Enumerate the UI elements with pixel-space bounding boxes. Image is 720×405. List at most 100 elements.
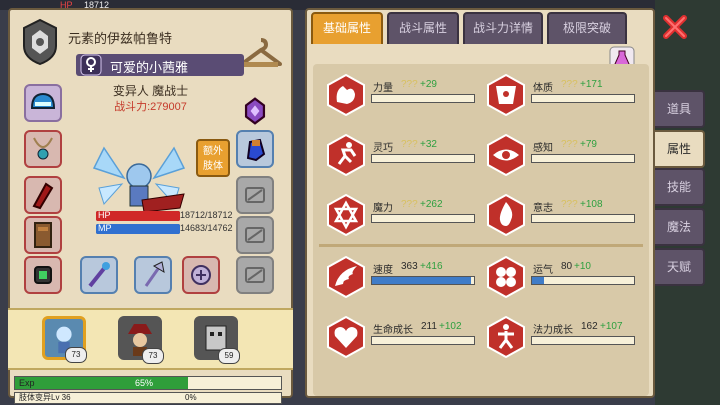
helmet-slot[interactable] xyxy=(24,84,62,122)
stat-name: 力量 xyxy=(373,83,393,94)
stat-0[interactable]: 力量??? +29 xyxy=(321,72,481,118)
stat-1[interactable]: 体质??? +171 xyxy=(481,72,641,118)
exp-bar-fill xyxy=(15,377,188,389)
party-level: 59 xyxy=(218,348,240,364)
stat-5[interactable]: 意志??? +108 xyxy=(481,192,641,238)
party-level: 73 xyxy=(65,347,87,363)
locked-slot-2[interactable] xyxy=(236,216,274,254)
stat-2[interactable]: 灵巧??? +32 xyxy=(321,132,481,178)
extra-limb-button[interactable]: 额外 肢体 xyxy=(196,139,230,177)
stat-bar xyxy=(531,276,635,285)
stat-base-value: ??? xyxy=(401,79,418,90)
stat-bar xyxy=(371,214,475,223)
party-strip: 73 73 59 xyxy=(8,308,293,370)
stat-8[interactable]: 生命成长 211 +102 xyxy=(321,314,481,360)
purple-charm-icon xyxy=(244,97,266,125)
stat-base-value: 363 xyxy=(401,261,418,272)
locked-slot-1[interactable] xyxy=(236,176,274,214)
heart-icon xyxy=(327,316,365,358)
mp-bar: MP xyxy=(96,223,180,234)
stat-4[interactable]: 魔力??? +262 xyxy=(321,192,481,238)
stat-bonus-value: +10 xyxy=(574,261,591,272)
green-device-icon xyxy=(34,266,52,284)
stat-6[interactable]: 速度 363 +416 xyxy=(321,254,481,300)
running-figure-icon xyxy=(327,134,365,176)
guild-name: 元素的伊兹帕鲁特 xyxy=(68,31,173,46)
gloves-slot[interactable] xyxy=(236,130,274,168)
character-name: 可爱的小茜雅 xyxy=(110,60,189,75)
close-icon[interactable] xyxy=(660,12,690,42)
necklace-icon xyxy=(33,137,53,160)
stat-7[interactable]: 运气 80 +10 xyxy=(481,254,641,300)
party-member-2[interactable]: 73 xyxy=(118,316,164,364)
locked-slot-icon xyxy=(245,227,265,243)
halberd-icon xyxy=(144,261,165,287)
ring-slot[interactable] xyxy=(182,256,220,294)
limb-mutation-label: 肢体变异Lv 36 xyxy=(19,393,71,402)
stat-bar xyxy=(531,214,635,223)
hexagram-icon xyxy=(327,194,365,236)
character-panel: 元素的伊兹帕鲁特 可爱的小茜雅 变异人 魔战士 战斗力:279007 额外 肢体 xyxy=(8,8,293,404)
stat-name: 运气 xyxy=(533,265,553,276)
party-member-3[interactable]: 59 xyxy=(194,316,240,364)
stat-bonus-value: +32 xyxy=(420,139,437,150)
tab-combat-attributes[interactable]: 战斗属性 xyxy=(387,12,459,44)
talisman-slot[interactable] xyxy=(236,92,274,130)
weapon-slot[interactable] xyxy=(80,256,118,294)
hp-bar: HP xyxy=(96,210,180,221)
side-tab-talents[interactable]: 天赋 xyxy=(655,248,705,286)
red-claw-icon xyxy=(32,182,54,210)
offhand-slot[interactable] xyxy=(134,256,172,294)
stat-bar-fill xyxy=(372,277,471,284)
stat-bonus-value: +108 xyxy=(580,199,603,210)
cloak-slot[interactable] xyxy=(24,216,62,254)
side-tab-magic[interactable]: 魔法 xyxy=(655,208,705,246)
necklace-slot[interactable] xyxy=(24,130,62,168)
stat-bonus-value: +102 xyxy=(439,321,462,332)
stat-3[interactable]: 感知??? +79 xyxy=(481,132,641,178)
stat-bar xyxy=(371,336,475,345)
limb-mutation-bar: 肢体变异Lv 36 0% xyxy=(14,392,282,404)
rune-icon xyxy=(191,265,211,285)
party-member-1[interactable]: 73 xyxy=(42,316,87,363)
side-tab-skills[interactable]: 技能 xyxy=(655,168,705,206)
staff-icon xyxy=(88,262,110,288)
armor-slot[interactable] xyxy=(24,176,62,214)
stat-base-value: ??? xyxy=(561,199,578,210)
stat-9[interactable]: 法力成长 162 +107 xyxy=(481,314,641,360)
stat-bar-fill xyxy=(532,277,545,284)
guild-emblem-icon[interactable] xyxy=(20,18,60,66)
tab-basic-attributes[interactable]: 基础属性 xyxy=(311,12,383,44)
boots-slot[interactable] xyxy=(24,256,62,294)
exp-bar: Exp 65% xyxy=(14,376,282,390)
clover-icon xyxy=(487,256,525,298)
side-tab-items[interactable]: 道具 xyxy=(655,90,705,128)
exp-label: Exp xyxy=(19,378,35,388)
helmet-icon xyxy=(30,92,56,109)
stat-name: 体质 xyxy=(533,83,553,94)
hp-value: 18712/18712 xyxy=(180,210,233,220)
stat-bonus-value: +262 xyxy=(420,199,443,210)
mp-value: 14683/14762 xyxy=(180,223,233,233)
stat-bonus-value: +29 xyxy=(420,79,437,90)
stat-name: 灵巧 xyxy=(373,143,393,154)
stat-name: 速度 xyxy=(373,265,393,276)
stat-name: 生命成长 xyxy=(373,325,413,336)
mage-figure-icon xyxy=(487,316,525,358)
exp-percent: 65% xyxy=(135,378,154,388)
stat-base-value: ??? xyxy=(401,199,418,210)
stat-base-value: ??? xyxy=(561,79,578,90)
wooden-shield-icon xyxy=(34,222,52,248)
locked-slot-icon xyxy=(245,267,265,283)
stat-bonus-value: +107 xyxy=(600,321,623,332)
side-tab-attributes[interactable]: 属性 xyxy=(655,130,705,168)
stat-bonus-value: +79 xyxy=(580,139,597,150)
tab-limit-break[interactable]: 极限突破 xyxy=(547,12,627,44)
stat-bar xyxy=(531,336,635,345)
locked-slot-icon xyxy=(245,187,265,203)
stat-name: 魔力 xyxy=(373,203,393,214)
tab-power-details[interactable]: 战斗力详情 xyxy=(463,12,543,44)
flame-icon xyxy=(487,194,525,236)
locked-slot-3[interactable] xyxy=(236,256,274,294)
hanger-icon[interactable] xyxy=(238,36,284,70)
